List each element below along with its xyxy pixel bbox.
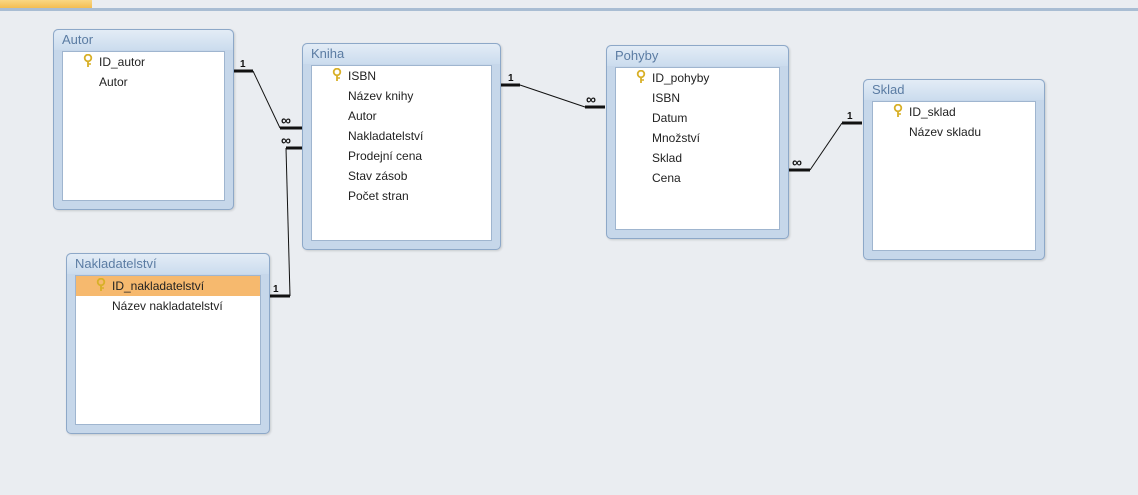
table-kniha[interactable]: Kniha ISBN Název knihy Autor Nakladatels… — [302, 43, 501, 250]
table-sklad[interactable]: Sklad ID_sklad Název skladu — [863, 79, 1045, 260]
field-row[interactable]: Název skladu — [873, 122, 1035, 142]
pohyby-sklad-many-label: ∞ — [792, 154, 802, 170]
ribbon-edge — [0, 0, 1138, 12]
field-row[interactable]: ISBN — [616, 88, 779, 108]
field-list[interactable]: ID_autor Autor — [62, 51, 225, 201]
field-row[interactable]: Datum — [616, 108, 779, 128]
kniha-pohyby-line[interactable] — [519, 84, 586, 108]
table-title[interactable]: Autor — [54, 30, 233, 50]
primary-key-icon — [83, 54, 93, 67]
field-name: ID_sklad — [909, 105, 956, 119]
field-list[interactable]: ID_sklad Název skladu — [872, 101, 1036, 251]
field-list[interactable]: ISBN Název knihy Autor Nakladatelství Pr… — [311, 65, 492, 241]
field-list[interactable]: ID_nakladatelství Název nakladatelství — [75, 275, 261, 425]
field-row[interactable]: ID_autor — [63, 52, 224, 72]
field-name: Cena — [652, 171, 681, 185]
primary-key-icon — [96, 278, 106, 291]
field-name: Název knihy — [348, 89, 414, 103]
field-name: ID_autor — [99, 55, 146, 69]
field-row[interactable]: Cena — [616, 168, 779, 188]
field-row[interactable]: Počet stran — [312, 186, 491, 206]
field-name: ID_pohyby — [652, 71, 710, 85]
pohyby-many-label: ∞ — [586, 91, 596, 107]
field-row[interactable]: Autor — [312, 106, 491, 126]
field-row-selected[interactable]: ID_nakladatelství — [76, 276, 260, 296]
field-row[interactable]: Nakladatelství — [312, 126, 491, 146]
relationships-canvas[interactable]: 1 ∞ ∞ 1 1 ∞ ∞ 1 Autor ID_autor Autor Kni… — [0, 12, 1138, 495]
field-name: Prodejní cena — [348, 149, 423, 163]
autor-one-label: 1 — [240, 59, 246, 70]
table-title[interactable]: Kniha — [303, 44, 500, 64]
active-tab-edge[interactable] — [0, 0, 92, 8]
field-row[interactable]: ID_pohyby — [616, 68, 779, 88]
table-title[interactable]: Sklad — [864, 80, 1044, 100]
kniha-nakladatelstvi-many-label: ∞ — [281, 132, 291, 148]
table-nakladatelstvi[interactable]: Nakladatelství ID_nakladatelství Název n… — [66, 253, 270, 434]
pohyby-sklad-line[interactable] — [809, 122, 843, 171]
field-name: ISBN — [348, 69, 377, 83]
table-pohyby[interactable]: Pohyby ID_pohyby ISBN Datum Množství Skl… — [606, 45, 789, 239]
primary-key-icon — [893, 104, 903, 117]
nakladatelstvi-one-label: 1 — [273, 284, 279, 295]
sklad-one-label: 1 — [847, 111, 853, 122]
field-row[interactable]: Název knihy — [312, 86, 491, 106]
field-row[interactable]: Sklad — [616, 148, 779, 168]
field-name: Stav zásob — [348, 169, 408, 183]
field-row[interactable]: Stav zásob — [312, 166, 491, 186]
primary-key-icon — [332, 68, 342, 81]
field-row[interactable]: Autor — [63, 72, 224, 92]
field-name: Sklad — [652, 151, 683, 165]
kniha-one-label: 1 — [508, 73, 514, 84]
field-row[interactable]: Název nakladatelství — [76, 296, 260, 316]
field-name: ISBN — [652, 91, 681, 105]
field-name: ID_nakladatelství — [112, 279, 205, 293]
nakladatelstvi-kniha-line[interactable] — [285, 147, 291, 297]
field-name: Název nakladatelství — [112, 299, 223, 313]
field-name: Datum — [652, 111, 688, 125]
field-name: Množství — [652, 131, 701, 145]
ribbon-divider — [0, 8, 1138, 11]
field-name: Nakladatelství — [348, 129, 424, 143]
field-row[interactable]: Množství — [616, 128, 779, 148]
autor-kniha-line[interactable] — [252, 70, 281, 129]
field-row[interactable]: ISBN — [312, 66, 491, 86]
field-list[interactable]: ID_pohyby ISBN Datum Množství Sklad Cena — [615, 67, 780, 230]
table-title[interactable]: Nakladatelství — [67, 254, 269, 274]
field-name: Název skladu — [909, 125, 982, 139]
field-name: Autor — [99, 75, 128, 89]
table-autor[interactable]: Autor ID_autor Autor — [53, 29, 234, 210]
field-row[interactable]: ID_sklad — [873, 102, 1035, 122]
field-name: Autor — [348, 109, 377, 123]
table-title[interactable]: Pohyby — [607, 46, 788, 66]
field-row[interactable]: Prodejní cena — [312, 146, 491, 166]
kniha-autor-many-label: ∞ — [281, 112, 291, 128]
field-name: Počet stran — [348, 189, 409, 203]
primary-key-icon — [636, 70, 646, 83]
